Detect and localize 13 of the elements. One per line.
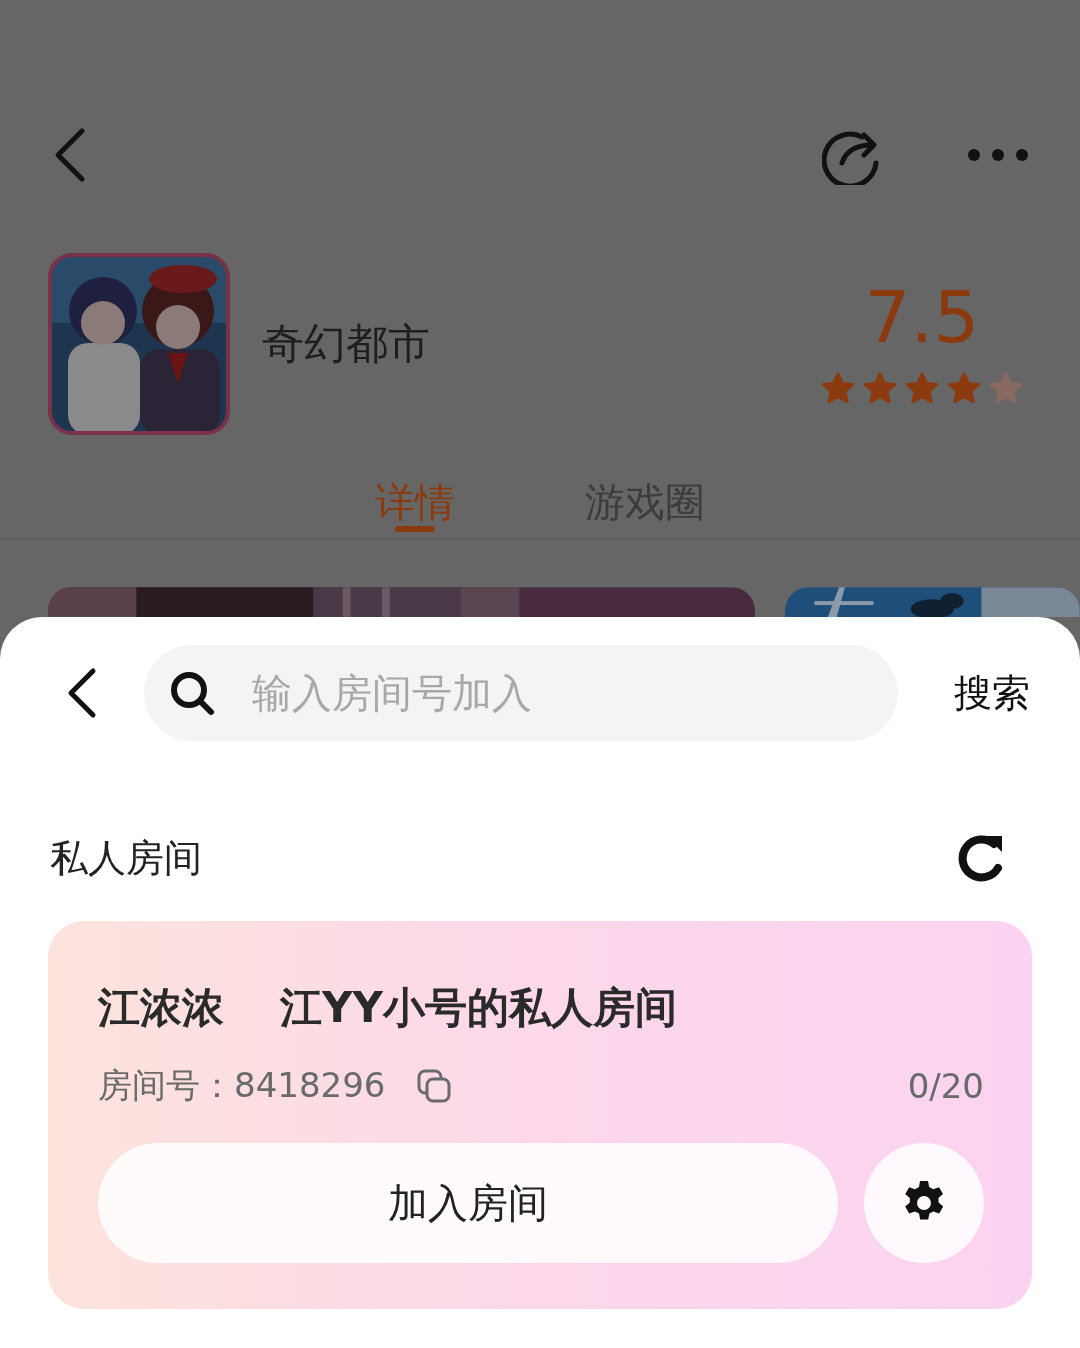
room-number: 房间号：8418296 [98,1064,386,1108]
room-owner: 江浓浓 [98,983,224,1034]
copy-icon[interactable] [417,1069,452,1104]
more-icon[interactable] [966,147,1030,163]
game-title: 奇幻都市 [262,318,431,370]
join-room-button[interactable]: 加入房间 [98,1143,838,1264]
section-title: 私人房间 [50,834,203,882]
rating-score: 7.5 [864,281,980,353]
search-button[interactable]: 搜索 [954,667,1030,719]
back-icon[interactable] [66,667,98,719]
occupancy-count: 0/20 [907,1066,984,1107]
search-field[interactable]: 输入房间号加入 [144,645,898,741]
room-name: 江YY小号的私人房间 [280,983,677,1034]
